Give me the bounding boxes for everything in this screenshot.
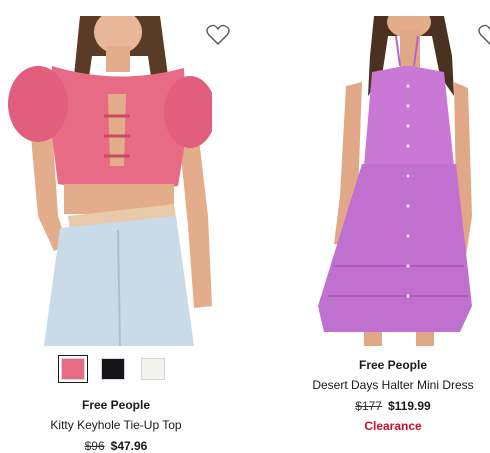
sale-price: $119.99 <box>387 399 431 413</box>
swatch-chip <box>141 358 165 380</box>
product-name[interactable]: Kitty Keyhole Tie-Up Top <box>0 416 232 434</box>
brand-name: Free People <box>358 358 428 372</box>
product-info: Free People Desert Days Halter Mini Dres… <box>296 356 490 435</box>
price: $177 $119.99 <box>296 397 490 415</box>
swatch-chip <box>61 358 85 380</box>
swatch-pink[interactable] <box>58 355 88 383</box>
sale-price: $47.96 <box>110 439 148 453</box>
product-image[interactable] <box>304 16 474 346</box>
clearance-badge: Clearance <box>364 419 422 433</box>
product-name[interactable]: Desert Days Halter Mini Dress <box>296 376 490 394</box>
original-price: $96 <box>84 439 105 453</box>
original-price: $177 <box>355 399 382 413</box>
swatch-black[interactable] <box>98 355 128 383</box>
product-image[interactable] <box>8 16 212 346</box>
heart-icon[interactable] <box>478 24 490 46</box>
price: $96 $47.96 <box>0 437 232 453</box>
color-swatches <box>58 355 168 383</box>
brand-name: Free People <box>81 398 151 412</box>
heart-icon[interactable] <box>206 24 230 46</box>
swatch-white[interactable] <box>138 355 168 383</box>
swatch-chip <box>101 358 125 380</box>
product-info: Free People Kitty Keyhole Tie-Up Top $96… <box>0 396 232 453</box>
